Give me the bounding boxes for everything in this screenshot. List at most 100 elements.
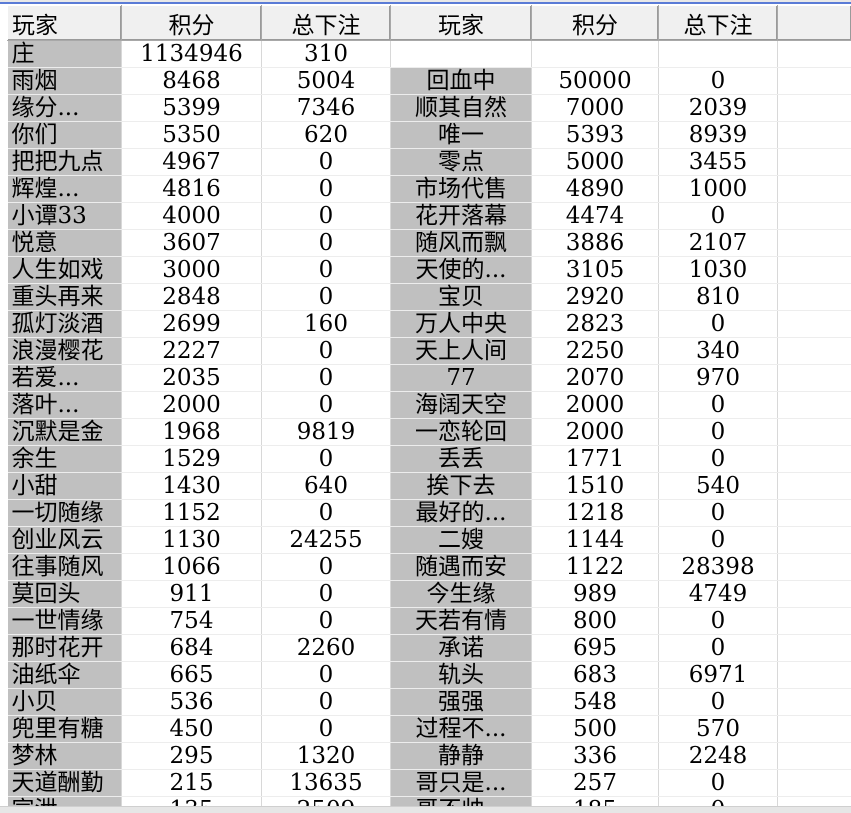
player-name-left: 沉默是金 bbox=[7, 418, 122, 446]
row-filler bbox=[777, 148, 851, 176]
row-filler bbox=[777, 445, 851, 473]
table-row[interactable]: 庄 1134946 310 bbox=[7, 40, 851, 68]
row-filler bbox=[777, 580, 851, 608]
column-header-player-2[interactable]: 玩家 bbox=[390, 5, 532, 41]
player-name-right: 随风而飘 bbox=[390, 229, 532, 257]
table-row[interactable]: 小谭33 4000 0 花开落幕 4474 0 bbox=[7, 202, 851, 230]
table-row[interactable]: 悦意 3607 0 随风而飘 3886 2107 bbox=[7, 229, 851, 257]
table-row[interactable]: 兜里有糖 450 0 过程不... 500 570 bbox=[7, 715, 851, 743]
total-bet-left: 160 bbox=[261, 310, 391, 338]
total-bet-right: 8939 bbox=[658, 121, 778, 149]
row-filler bbox=[777, 283, 851, 311]
total-bet-left: 2260 bbox=[261, 634, 391, 662]
table-row[interactable]: 你们 5350 620 唯一 5393 8939 bbox=[7, 121, 851, 149]
score-left: 3000 bbox=[121, 256, 262, 284]
score-left: 4967 bbox=[121, 148, 262, 176]
player-score-table: 玩家 积分 总下注 玩家 积分 总下注 庄 1134946 310 雨烟 8468 500… bbox=[7, 5, 851, 813]
score-right: 1510 bbox=[531, 472, 659, 500]
score-right: 5000 bbox=[531, 148, 659, 176]
table-row[interactable]: 重头再来 2848 0 宝贝 2920 810 bbox=[7, 283, 851, 311]
total-bet-left: 24255 bbox=[261, 526, 391, 554]
player-name-right: 哥只是... bbox=[390, 769, 532, 797]
table-row[interactable]: 小甜 1430 640 挨下去 1510 540 bbox=[7, 472, 851, 500]
score-left: 1968 bbox=[121, 418, 262, 446]
player-name-left: 浪漫樱花 bbox=[7, 337, 122, 365]
player-name-right bbox=[390, 40, 532, 68]
player-name-left: 悦意 bbox=[7, 229, 122, 257]
player-name-right: 天上人间 bbox=[390, 337, 532, 365]
table-row[interactable]: 往事随风 1066 0 随遇而安 1122 28398 bbox=[7, 553, 851, 581]
table-row[interactable]: 那时花开 684 2260 承诺 695 0 bbox=[7, 634, 851, 662]
total-bet-right: 0 bbox=[658, 418, 778, 446]
total-bet-right: 570 bbox=[658, 715, 778, 743]
table-row[interactable]: 一切随缘 1152 0 最好的... 1218 0 bbox=[7, 499, 851, 527]
total-bet-right bbox=[658, 40, 778, 68]
row-filler bbox=[777, 67, 851, 95]
table-row[interactable]: 孤灯淡酒 2699 160 万人中央 2823 0 bbox=[7, 310, 851, 338]
player-name-right: 市场代售 bbox=[390, 175, 532, 203]
score-right: 50000 bbox=[531, 67, 659, 95]
table-row[interactable]: 梦林 295 1320 静静 336 2248 bbox=[7, 742, 851, 770]
player-name-right: 二嫂 bbox=[390, 526, 532, 554]
table-row[interactable]: 雨烟 8468 5004 回血中 50000 0 bbox=[7, 67, 851, 95]
table-row[interactable]: 若爱... 2035 0 77 2070 970 bbox=[7, 364, 851, 392]
table-row[interactable]: 人生如戏 3000 0 天使的... 3105 1030 bbox=[7, 256, 851, 284]
table-row[interactable]: 余生 1529 0 丢丢 1771 0 bbox=[7, 445, 851, 473]
score-right: 1122 bbox=[531, 553, 659, 581]
player-name-right: 77 bbox=[390, 364, 532, 392]
score-left: 665 bbox=[121, 661, 262, 689]
total-bet-right: 2107 bbox=[658, 229, 778, 257]
table-row[interactable]: 油纸伞 665 0 轨头 683 6971 bbox=[7, 661, 851, 689]
total-bet-left: 0 bbox=[261, 256, 391, 284]
row-filler bbox=[777, 472, 851, 500]
row-filler bbox=[777, 94, 851, 122]
player-name-right: 挨下去 bbox=[390, 472, 532, 500]
score-left: 295 bbox=[121, 742, 262, 770]
score-right bbox=[531, 40, 659, 68]
total-bet-left: 7346 bbox=[261, 94, 391, 122]
score-right: 800 bbox=[531, 607, 659, 635]
table-row[interactable]: 浪漫樱花 2227 0 天上人间 2250 340 bbox=[7, 337, 851, 365]
row-filler bbox=[777, 229, 851, 257]
total-bet-left: 640 bbox=[261, 472, 391, 500]
table-row[interactable]: 沉默是金 1968 9819 一恋轮回 2000 0 bbox=[7, 418, 851, 446]
player-name-left: 余生 bbox=[7, 445, 122, 473]
score-right: 2823 bbox=[531, 310, 659, 338]
score-left: 684 bbox=[121, 634, 262, 662]
table-row[interactable]: 把把九点 4967 0 零点 5000 3455 bbox=[7, 148, 851, 176]
total-bet-left: 0 bbox=[261, 229, 391, 257]
column-header-player-1[interactable]: 玩家 bbox=[7, 5, 122, 41]
table-row[interactable]: 创业风云 1130 24255 二嫂 1144 0 bbox=[7, 526, 851, 554]
horizontal-scrollbar[interactable] bbox=[0, 806, 851, 813]
table-row[interactable]: 缘分... 5399 7346 顺其自然 7000 2039 bbox=[7, 94, 851, 122]
total-bet-right: 2039 bbox=[658, 94, 778, 122]
score-right: 683 bbox=[531, 661, 659, 689]
player-name-right: 宝贝 bbox=[390, 283, 532, 311]
player-name-left: 孤灯淡酒 bbox=[7, 310, 122, 338]
column-header-total-bet-1[interactable]: 总下注 bbox=[261, 5, 391, 41]
player-name-left: 莫回头 bbox=[7, 580, 122, 608]
player-name-left: 小谭33 bbox=[7, 202, 122, 230]
table-row[interactable]: 莫回头 911 0 今生缘 989 4749 bbox=[7, 580, 851, 608]
player-name-left: 油纸伞 bbox=[7, 661, 122, 689]
column-header-score-1[interactable]: 积分 bbox=[121, 5, 262, 41]
player-name-right: 承诺 bbox=[390, 634, 532, 662]
table-row[interactable]: 一世情缘 754 0 天若有情 800 0 bbox=[7, 607, 851, 635]
column-header-total-bet-2[interactable]: 总下注 bbox=[658, 5, 778, 41]
table-row[interactable]: 落叶... 2000 0 海阔天空 2000 0 bbox=[7, 391, 851, 419]
player-name-left: 梦林 bbox=[7, 742, 122, 770]
player-name-left: 兜里有糖 bbox=[7, 715, 122, 743]
score-left: 754 bbox=[121, 607, 262, 635]
row-filler bbox=[777, 499, 851, 527]
row-filler bbox=[777, 526, 851, 554]
window-top-edge bbox=[0, 0, 851, 4]
table-row[interactable]: 天道酬勤 215 13635 哥只是... 257 0 bbox=[7, 769, 851, 797]
score-right: 3886 bbox=[531, 229, 659, 257]
column-header-score-2[interactable]: 积分 bbox=[531, 5, 659, 41]
table-row[interactable]: 小贝 536 0 强强 548 0 bbox=[7, 688, 851, 716]
total-bet-right: 2248 bbox=[658, 742, 778, 770]
player-name-left: 把把九点 bbox=[7, 148, 122, 176]
table-row[interactable]: 辉煌... 4816 0 市场代售 4890 1000 bbox=[7, 175, 851, 203]
row-filler bbox=[777, 661, 851, 689]
score-right: 5393 bbox=[531, 121, 659, 149]
